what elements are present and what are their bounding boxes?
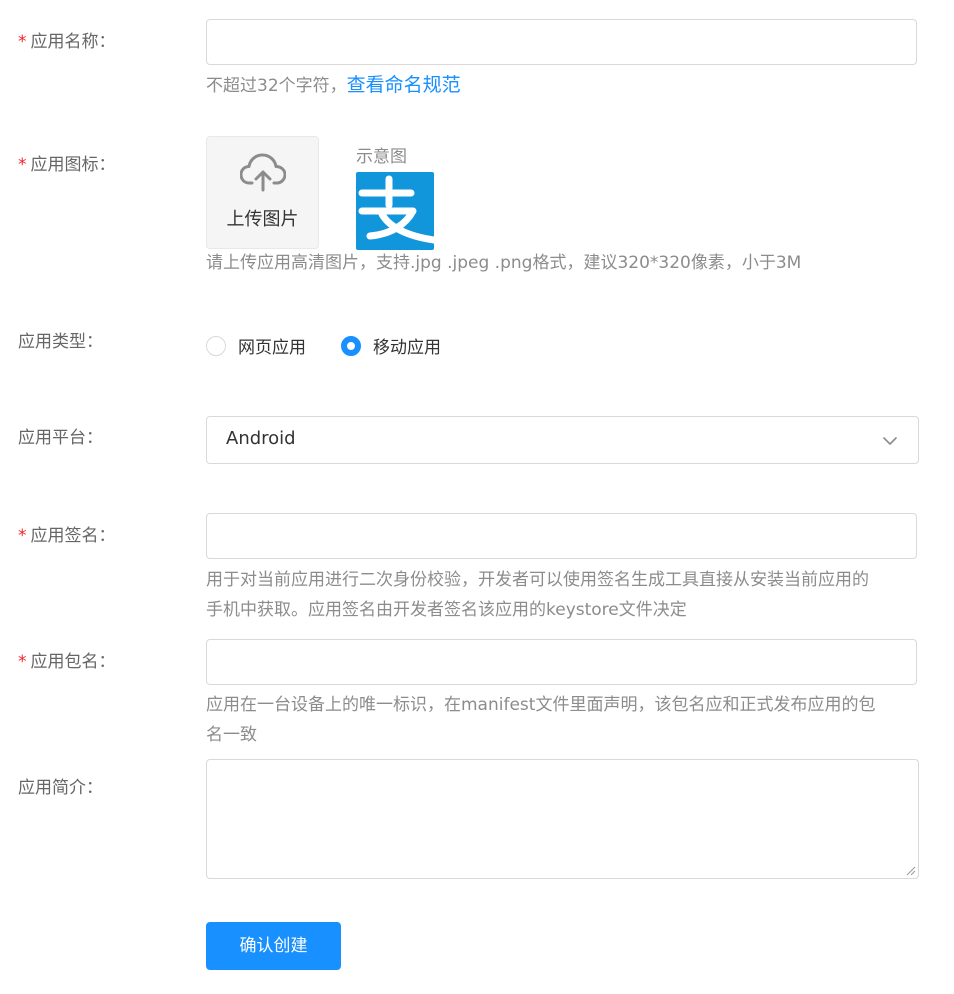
app-platform-label: 应用平台：	[18, 428, 103, 448]
chevron-down-icon	[883, 437, 897, 445]
radio-mobile-app-label: 移动应用	[373, 338, 441, 358]
radio-web-app-label: 网页应用	[238, 338, 306, 358]
upload-image-button[interactable]: 上传图片	[206, 136, 319, 249]
required-mark: *	[18, 526, 27, 546]
app-description-textarea[interactable]	[206, 759, 919, 879]
required-mark: *	[18, 32, 27, 52]
required-mark: *	[18, 652, 27, 672]
sample-label: 示意图	[356, 147, 407, 167]
confirm-create-button[interactable]: 确认创建	[206, 922, 341, 970]
app-type-label: 应用类型：	[18, 332, 103, 352]
app-icon-label: * 应用图标：	[18, 155, 116, 175]
radio-web-app[interactable]: 网页应用	[206, 333, 306, 358]
platform-select[interactable]: Android	[206, 416, 919, 464]
required-mark: *	[18, 155, 27, 175]
app-name-label: * 应用名称：	[18, 32, 116, 52]
app-name-input[interactable]	[206, 19, 917, 65]
radio-unchecked-icon	[206, 335, 226, 356]
app-package-label: * 应用包名：	[18, 652, 116, 672]
cloud-upload-icon	[240, 153, 286, 192]
app-description-label: 应用简介：	[18, 778, 103, 798]
radio-mobile-app[interactable]: 移动应用	[341, 333, 441, 358]
app-signature-label: * 应用签名：	[18, 526, 116, 546]
alipay-logo-icon	[356, 172, 438, 250]
platform-select-value: Android	[226, 428, 296, 449]
radio-checked-icon	[341, 335, 361, 356]
app-name-hint: 不超过32个字符，查看命名规范	[206, 74, 461, 96]
app-icon-hint: 请上传应用高清图片，支持.jpg .jpeg .png格式，建议320*320像…	[206, 253, 802, 273]
app-signature-input[interactable]	[206, 513, 917, 559]
app-signature-hint: 用于对当前应用进行二次身份校验，开发者可以使用签名生成工具直接从安装当前应用的 …	[206, 570, 869, 620]
app-package-input[interactable]	[206, 639, 917, 685]
app-package-hint: 应用在一台设备上的唯一标识，在manifest文件里面声明，该包名应和正式发布应…	[206, 695, 876, 745]
resize-grip-icon[interactable]	[904, 864, 916, 876]
naming-rules-link[interactable]: 查看命名规范	[347, 74, 461, 96]
upload-image-label: 上传图片	[226, 209, 299, 230]
